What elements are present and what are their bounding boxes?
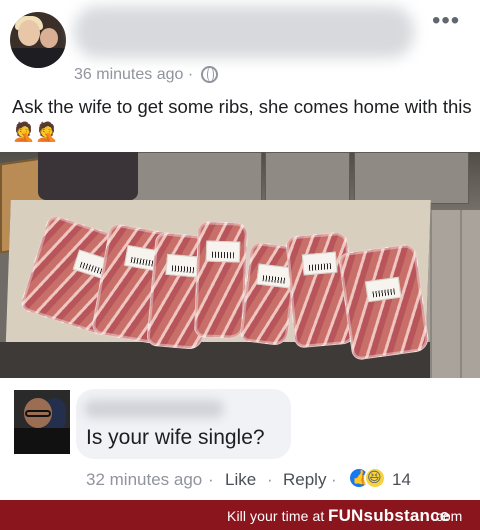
rib-package [337, 243, 431, 361]
reply-button[interactable]: Reply [283, 470, 326, 490]
comment-section: Is your wife single? 32 minutes ago · Li… [0, 378, 480, 500]
post-header: ••• 36 minutes ago · Ask the wife to get… [0, 0, 480, 142]
price-label [301, 251, 338, 276]
commenter-avatar[interactable] [14, 390, 70, 454]
cabinet [354, 152, 469, 204]
funsubstance-footer: Kill your time at FUNsubstance .com [0, 500, 480, 530]
avatar-child-face [40, 28, 58, 48]
background-person [38, 152, 138, 200]
price-label [364, 276, 402, 303]
blurred-poster-name [74, 6, 414, 58]
commenter-shirt [14, 428, 70, 454]
poster-avatar[interactable] [10, 12, 66, 68]
avatar-body [10, 48, 66, 68]
separator: · [331, 470, 337, 489]
like-button[interactable]: Like [225, 470, 256, 490]
rib-package [193, 221, 249, 339]
post-timestamp[interactable]: 36 minutes ago · [74, 66, 193, 84]
ribs-photo[interactable] [0, 152, 480, 378]
comment-actions: 32 minutes ago · Like · Reply · 14 [86, 467, 466, 494]
separator: · [267, 470, 273, 489]
blurred-commenter-name [84, 400, 224, 418]
price-label [205, 240, 241, 263]
comment-text: Is your wife single? [86, 426, 265, 449]
comment-timestamp[interactable]: 32 minutes ago [86, 470, 202, 490]
cabinet [132, 152, 262, 204]
reaction-count[interactable]: 14 [392, 470, 411, 490]
separator: · [208, 470, 214, 489]
cabinet [265, 152, 350, 204]
glasses-icon [25, 410, 51, 417]
footer-tagline: Kill your time at [227, 508, 325, 524]
footer-domain: .com [432, 508, 463, 524]
haha-reaction-icon[interactable] [364, 467, 386, 489]
avatar-face [18, 20, 40, 46]
more-dots-icon[interactable]: ••• [432, 9, 464, 34]
globe-icon [201, 66, 218, 83]
post-text: Ask the wife to get some ribs, she comes… [12, 96, 472, 142]
